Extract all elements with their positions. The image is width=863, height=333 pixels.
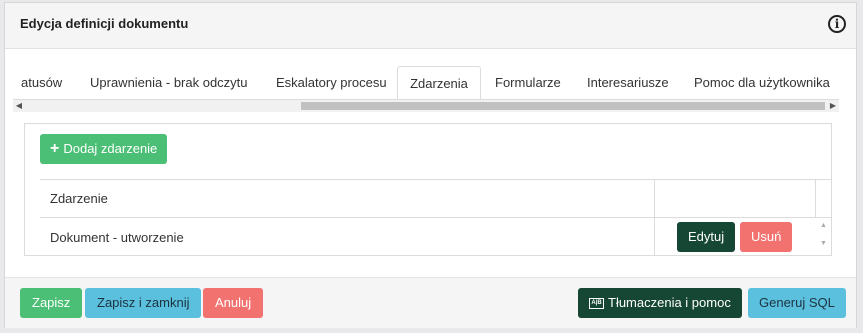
generate-sql-button[interactable]: Generuj SQL [748,288,846,318]
cancel-button[interactable]: Anuluj [203,288,264,318]
scroll-left-icon[interactable]: ◀ [13,100,25,112]
plus-icon: + [50,140,60,157]
edit-button[interactable]: Edytuj [677,222,736,252]
dialog-title: Edycja definicji dokumentu [20,16,189,31]
scrollbar-thumb[interactable] [301,102,825,110]
table-row: Dokument - utworzenie Edytuj Usuń [40,218,832,256]
translations-label: Tłumaczenia i pomoc [608,295,731,310]
delete-button[interactable]: Usuń [740,222,793,252]
save-button[interactable]: Zapisz [20,288,83,318]
save-close-button[interactable]: Zapisz i zamknij [85,288,202,318]
grid-vertical-scrollbar[interactable]: ▲ ▼ [816,218,831,256]
scroll-right-icon[interactable]: ▶ [827,100,839,112]
tab-formularze[interactable]: Formularze [495,66,561,99]
tab-interesariusze[interactable]: Interesariusze [587,66,669,99]
tab-uprawnienia[interactable]: Uprawnienia - brak odczytu [90,66,248,99]
info-icon[interactable]: i [828,15,846,33]
tab-pomoc[interactable]: Pomoc dla użytkownika [694,66,830,99]
events-panel: + Dodaj zdarzenie Zdarzenie Dokument - ut… [24,123,832,256]
tab-bar: atusów Uprawnienia - brak odczytu Eskala… [13,66,839,100]
add-event-label: Dodaj zdarzenie [63,141,158,156]
tabs-scrollbar[interactable]: ◀ ▶ [13,100,839,112]
dialog: Edycja definicji dokumentu i atusów Upra… [4,2,857,328]
translation-icon: A|B [589,298,604,310]
scroll-up-icon[interactable]: ▲ [820,222,827,229]
grid-header: Zdarzenie [40,179,832,218]
tab-zdarzenia[interactable]: Zdarzenia [397,66,481,99]
scroll-down-icon[interactable]: ▼ [820,240,827,247]
add-event-button[interactable]: + Dodaj zdarzenie [40,134,168,164]
dialog-header: Edycja definicji dokumentu i [5,3,856,49]
tab-statusow[interactable]: atusów [21,66,62,99]
column-header-event: Zdarzenie [50,191,108,206]
tab-eskalatory[interactable]: Eskalatory procesu [276,66,387,99]
translations-button[interactable]: A|B Tłumaczenia i pomoc [578,288,742,318]
event-name: Dokument - utworzenie [50,230,184,245]
dialog-footer: Zapisz Zapisz i zamknij Anuluj A|B Tłumac… [5,277,856,328]
